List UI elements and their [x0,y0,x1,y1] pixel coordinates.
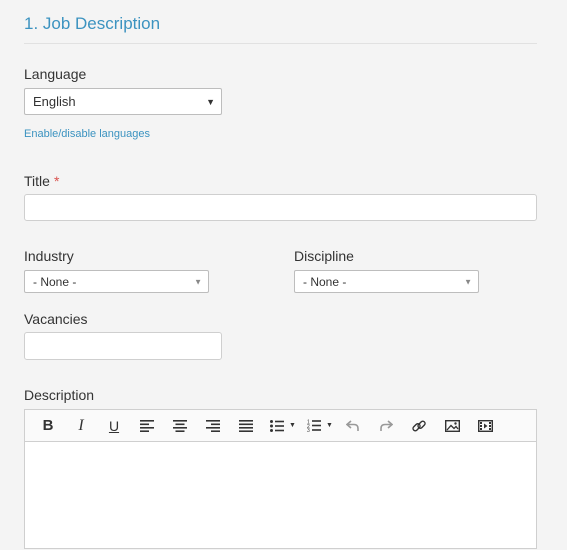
underline-icon[interactable]: U [99,412,129,440]
enable-disable-languages-link[interactable]: Enable/disable languages [24,128,150,140]
link-icon[interactable] [404,412,434,440]
chevron-down-icon: ▼ [289,422,296,429]
industry-select-value: - None - [33,275,77,289]
vacancies-input[interactable] [24,332,222,360]
editor-toolbar: B I U ▼ 123 ▼ [25,410,536,442]
chevron-down-icon: ▼ [194,277,202,286]
discipline-label: Discipline [294,248,354,264]
industry-label: Industry [24,248,74,264]
discipline-select[interactable]: - None - ▼ [294,270,479,293]
title-label-text: Title [24,173,50,189]
svg-text:3: 3 [307,428,310,432]
industry-select[interactable]: - None - ▼ [24,270,209,293]
discipline-select-value: - None - [303,275,347,289]
description-editor: B I U ▼ 123 ▼ [24,409,537,549]
align-justify-icon[interactable] [231,412,261,440]
media-icon[interactable] [470,412,500,440]
chevron-down-icon: ▼ [464,277,472,286]
numbered-list-icon[interactable]: 123 ▼ [301,412,335,440]
redo-icon[interactable] [371,412,401,440]
chevron-down-icon: ▼ [326,422,333,429]
align-center-icon[interactable] [165,412,195,440]
bold-icon[interactable]: B [33,412,63,440]
chevron-down-icon: ▼ [206,96,215,107]
bullet-list-icon[interactable]: ▼ [264,412,298,440]
title-label: Title * [24,173,59,189]
undo-icon[interactable] [338,412,368,440]
vacancies-label: Vacancies [24,311,88,327]
align-left-icon[interactable] [132,412,162,440]
section-divider [24,43,537,44]
italic-icon[interactable]: I [66,412,96,440]
title-input[interactable] [24,194,537,221]
description-label: Description [24,387,95,403]
align-right-icon[interactable] [198,412,228,440]
language-select-value: English [33,94,76,109]
editor-content-area[interactable] [25,442,536,550]
language-label: Language [24,66,87,82]
required-marker: * [53,173,60,189]
image-icon[interactable] [437,412,467,440]
section-title: 1. Job Description [24,14,161,33]
language-select[interactable]: English ▼ [24,88,222,115]
